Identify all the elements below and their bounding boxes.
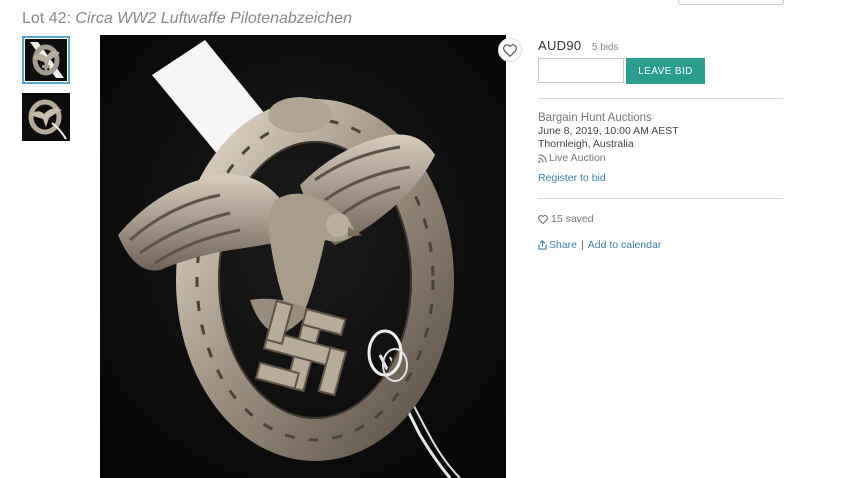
share-row: Share | Add to calendar: [538, 239, 661, 251]
heart-icon: [538, 214, 548, 224]
leave-bid-button[interactable]: LEAVE BID: [626, 58, 705, 84]
register-to-bid-link[interactable]: Register to bid: [538, 172, 606, 184]
rss-icon: [538, 153, 547, 163]
auction-date: June 8, 2019, 10:00 AM AEST: [538, 125, 679, 137]
share-link[interactable]: Share: [549, 239, 577, 251]
badge-thumbnail-image: [24, 38, 68, 82]
divider: [538, 198, 783, 199]
register-to-bid-text[interactable]: Register to bid: [538, 172, 606, 184]
badge-angle-thumbnail-image: [22, 93, 70, 141]
live-auction-text: Live Auction: [549, 152, 606, 164]
lot-title: Lot 42: Circa WW2 Luftwaffe Pilotenabzei…: [22, 10, 352, 28]
auction-location: Thornleigh, Australia: [538, 138, 634, 150]
saved-count[interactable]: 15 saved: [538, 213, 594, 225]
current-price: AUD90: [538, 38, 582, 53]
thumbnail-1[interactable]: [22, 36, 70, 84]
add-to-calendar-link[interactable]: Add to calendar: [588, 239, 662, 251]
lot-name: Circa WW2 Luftwaffe Pilotenabzeichen: [75, 10, 352, 27]
thumbnail-2[interactable]: [22, 93, 70, 141]
bid-amount-input[interactable]: [538, 58, 624, 83]
auctioneer-name[interactable]: Bargain Hunt Auctions: [538, 112, 652, 124]
heart-icon: [503, 43, 517, 57]
top-action-button[interactable]: [678, 0, 784, 5]
bid-count: 5 bids: [591, 42, 619, 53]
favorite-button[interactable]: [498, 38, 522, 62]
lot-number: Lot 42:: [22, 10, 71, 27]
saved-count-text: 15 saved: [551, 213, 594, 225]
price-row: AUD90 5 bids: [538, 37, 619, 55]
share-icon: [538, 240, 547, 250]
divider: [538, 98, 783, 99]
badge-photo: [100, 35, 506, 478]
live-auction-label: Live Auction: [538, 152, 606, 164]
main-lot-image[interactable]: [100, 35, 506, 478]
link-separator: |: [581, 239, 584, 251]
